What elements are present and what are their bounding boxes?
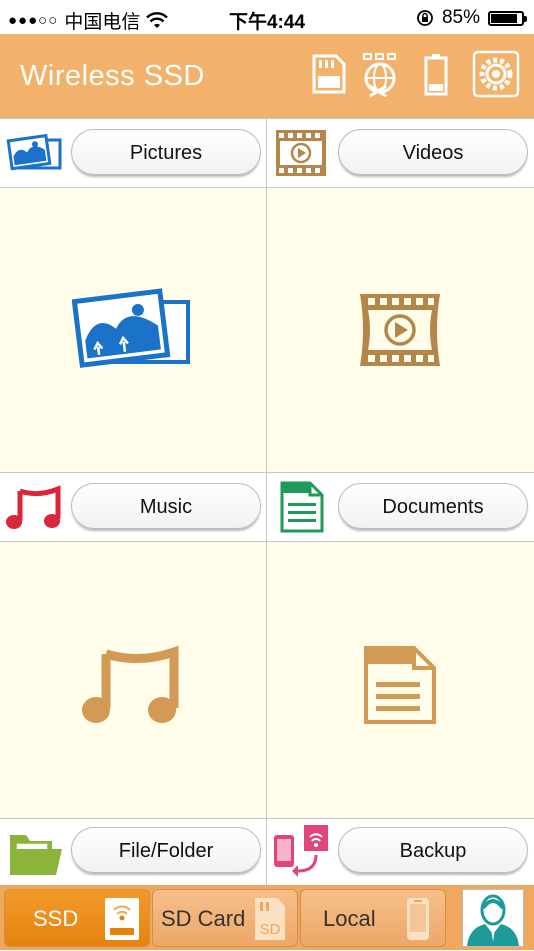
divider	[266, 542, 267, 826]
pictures-large-icon[interactable]	[72, 280, 194, 380]
category-grid: Pictures Videos Music Documents File/Fol…	[0, 118, 534, 886]
ssd-drive-icon	[105, 898, 139, 940]
documents-large-icon[interactable]	[362, 644, 438, 726]
battery-icon	[488, 10, 527, 26]
divider	[266, 819, 267, 886]
tab-local-label: Local	[323, 906, 376, 931]
file-tiles	[0, 542, 534, 826]
sd-card-icon[interactable]	[304, 50, 352, 98]
battery-status-icon[interactable]	[414, 50, 462, 98]
phone-icon	[407, 898, 429, 940]
label-row-tools: File/Folder Backup	[0, 818, 534, 886]
settings-icon[interactable]	[472, 50, 520, 98]
music-icon[interactable]	[4, 479, 62, 535]
media-tiles	[0, 188, 534, 472]
music-button[interactable]: Music	[71, 483, 261, 529]
pictures-icon[interactable]	[6, 126, 64, 182]
user-avatar[interactable]	[462, 889, 524, 947]
app-header: Wireless SSD	[0, 34, 534, 118]
tab-bar: SSD SD Card SD Local	[0, 885, 534, 950]
sd-card-tab-icon: SD	[255, 898, 285, 940]
tab-ssd[interactable]: SSD	[4, 889, 150, 947]
tab-local[interactable]: Local	[300, 889, 446, 947]
folder-icon[interactable]	[6, 825, 64, 881]
pictures-button[interactable]: Pictures	[71, 129, 261, 175]
rotation-lock-icon	[417, 10, 433, 26]
battery-percent: 85%	[441, 7, 480, 28]
backup-button[interactable]: Backup	[338, 827, 528, 873]
battery-fill	[491, 13, 517, 23]
tab-ssd-label: SSD	[33, 906, 79, 931]
backup-icon[interactable]	[272, 823, 330, 879]
file-folder-button[interactable]: File/Folder	[71, 827, 261, 873]
label-row-media: Pictures Videos	[0, 118, 534, 189]
videos-button[interactable]: Videos	[338, 129, 528, 175]
sd-badge: SD	[260, 921, 281, 938]
videos-large-icon[interactable]	[354, 290, 446, 370]
music-large-icon[interactable]	[80, 642, 180, 728]
status-right: 85%	[416, 7, 527, 29]
network-off-icon[interactable]	[356, 50, 404, 98]
label-row-files: Music Documents	[0, 472, 534, 543]
app-title: Wireless SSD	[20, 60, 205, 92]
divider	[266, 473, 267, 543]
documents-button[interactable]: Documents	[338, 483, 528, 529]
divider	[266, 188, 267, 472]
documents-icon[interactable]	[272, 479, 330, 535]
tab-sd-card-label: SD Card	[161, 906, 246, 931]
status-bar: ●●●○○ 中国电信 下午4:44 85%	[0, 0, 534, 34]
user-icon	[467, 894, 519, 946]
divider	[266, 119, 267, 189]
tab-sd-card[interactable]: SD Card SD	[152, 889, 298, 947]
videos-icon[interactable]	[272, 126, 330, 182]
